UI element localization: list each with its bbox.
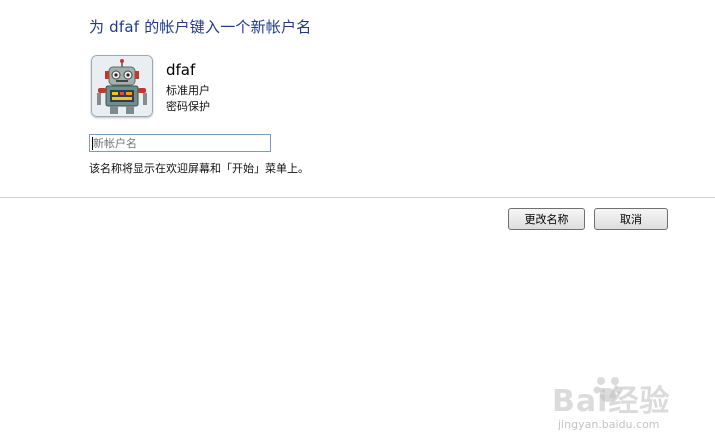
name-usage-hint: 该名称将显示在欢迎屏幕和「开始」菜单上。 [89,162,309,175]
user-avatar [91,55,153,117]
cancel-button[interactable]: 取消 [594,208,668,230]
change-name-button[interactable]: 更改名称 [508,208,585,230]
watermark-logo-text: Bai经验 [552,384,671,419]
account-name: dfaf [166,61,196,79]
robot-icon [92,56,152,116]
baidu-jingyan-watermark: Bai经验 jingyan.baidu.com [548,368,708,440]
watermark-url: jingyan.baidu.com [558,418,660,431]
dialog-heading: 为 dfaf 的帐户键入一个新帐户名 [89,18,312,36]
paw-icon [593,377,623,402]
new-account-name-input[interactable] [89,134,271,152]
divider [0,197,715,198]
account-protection-status: 密码保护 [166,100,210,113]
text-caret [92,137,93,150]
account-type: 标准用户 [166,84,210,97]
